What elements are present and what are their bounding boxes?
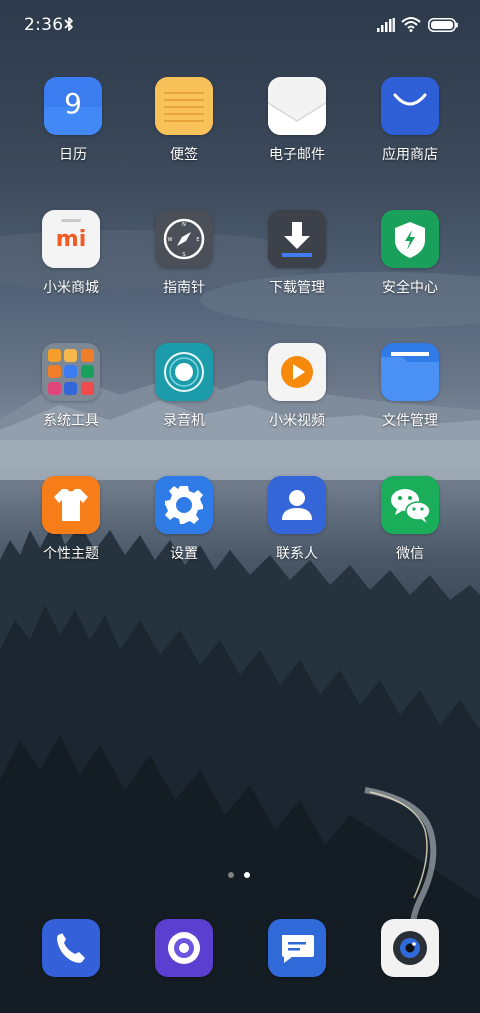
app-label: 下载管理 (269, 280, 325, 296)
app-label: 指南针 (163, 280, 205, 296)
wifi-icon (401, 17, 421, 32)
wechat-icon (381, 476, 439, 534)
contacts-icon (268, 476, 326, 534)
compass-icon: N E S W (155, 210, 213, 268)
calendar-icon: 9 (44, 77, 102, 135)
app-label: 小米商城 (43, 280, 99, 296)
settings-icon (155, 476, 213, 534)
recorder-icon (155, 343, 213, 401)
app-email[interactable]: 电子邮件 (242, 77, 352, 164)
dock-messages[interactable] (268, 919, 326, 977)
battery-icon (428, 18, 458, 32)
svg-text:W: W (168, 237, 173, 243)
svg-text:N: N (182, 222, 186, 228)
app-contacts[interactable]: 联系人 (242, 476, 352, 563)
app-file-manager[interactable]: 文件管理 (355, 343, 465, 430)
app-label: 设置 (170, 546, 198, 562)
status-bar: 2:36 (0, 0, 480, 50)
signal-icon (377, 18, 395, 32)
themes-icon (42, 476, 100, 534)
app-calendar[interactable]: 9 日历 (18, 77, 128, 164)
page-dot-current[interactable] (244, 872, 250, 878)
download-icon (268, 210, 326, 268)
file-manager-icon (381, 343, 439, 401)
messages-icon (268, 919, 326, 977)
app-recorder[interactable]: 录音机 (129, 343, 239, 430)
folder-icon (42, 343, 100, 401)
app-mi-store[interactable]: mi 小米商城 (16, 210, 126, 297)
dock-camera[interactable] (381, 919, 439, 977)
app-label: 录音机 (163, 413, 205, 429)
app-label: 小米视频 (269, 413, 325, 429)
app-wechat[interactable]: 微信 (355, 476, 465, 563)
app-system-tools[interactable]: 系统工具 (16, 343, 126, 430)
status-time: 2:36 (24, 15, 64, 35)
mi-logo: mi (55, 227, 87, 252)
calendar-date: 9 (64, 87, 82, 120)
mi-store-icon: mi (42, 210, 100, 268)
app-label: 安全中心 (382, 280, 438, 296)
app-label: 个性主题 (43, 546, 99, 562)
page-indicator[interactable] (228, 872, 252, 880)
svg-text:S: S (182, 252, 185, 258)
app-notes[interactable]: 便签 (129, 77, 239, 164)
security-icon (381, 210, 439, 268)
video-icon (268, 343, 326, 401)
app-label: 微信 (396, 546, 424, 562)
app-label: 日历 (59, 147, 87, 163)
dock-phone[interactable] (42, 919, 100, 977)
app-label: 系统工具 (43, 413, 99, 429)
app-label: 文件管理 (382, 413, 438, 429)
phone-icon (42, 919, 100, 977)
bluetooth-icon (64, 17, 73, 31)
svg-text:E: E (196, 237, 199, 243)
app-store[interactable]: 应用商店 (355, 77, 465, 164)
app-settings[interactable]: 设置 (129, 476, 239, 563)
app-label: 电子邮件 (269, 147, 325, 163)
dock-browser[interactable] (155, 919, 213, 977)
app-mi-video[interactable]: 小米视频 (242, 343, 352, 430)
app-label: 便签 (170, 147, 198, 163)
page-dot[interactable] (228, 872, 234, 878)
notes-icon (155, 77, 213, 135)
email-icon (268, 77, 326, 135)
browser-icon (155, 919, 213, 977)
app-themes[interactable]: 个性主题 (16, 476, 126, 563)
app-label: 应用商店 (382, 147, 438, 163)
app-label: 联系人 (276, 546, 318, 562)
app-compass[interactable]: N E S W 指南针 (129, 210, 239, 297)
camera-icon (381, 919, 439, 977)
app-security[interactable]: 安全中心 (355, 210, 465, 297)
app-store-icon (381, 77, 439, 135)
app-download[interactable]: 下载管理 (242, 210, 352, 297)
